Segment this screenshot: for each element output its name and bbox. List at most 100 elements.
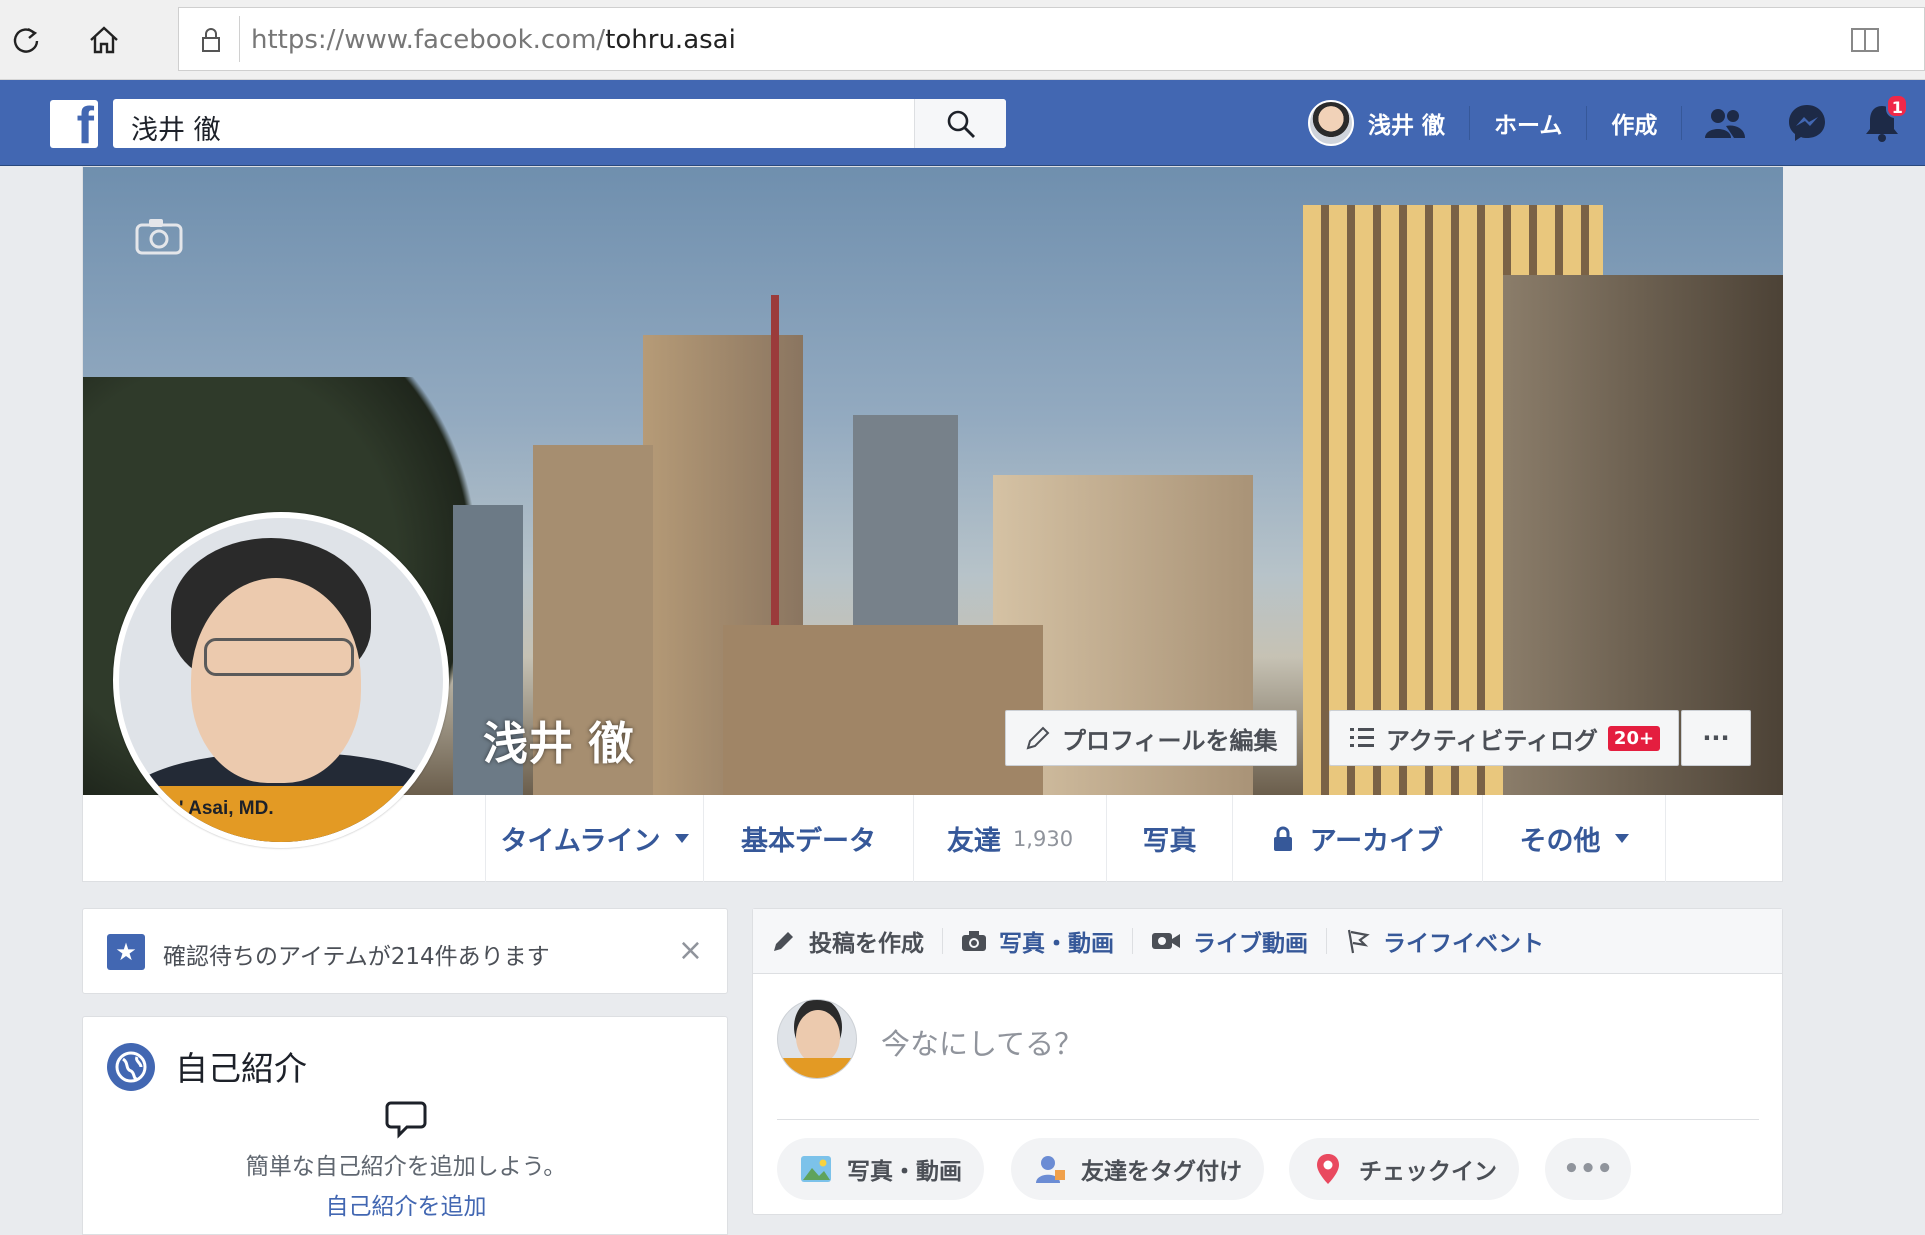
tag-friends-button[interactable]: 友達をタグ付け — [1011, 1138, 1264, 1200]
url-path: tohru.asai — [605, 25, 736, 55]
profile-nav-link[interactable]: 浅井 徹 — [1308, 80, 1469, 166]
profile-pic-face — [191, 578, 361, 783]
profile-pic-caption: ' Asai, MD. — [179, 798, 274, 819]
camera-icon[interactable] — [135, 217, 183, 255]
avatar-face — [796, 1010, 840, 1064]
create-post-tab[interactable]: 投稿を作成 — [753, 909, 942, 974]
search-value: 浅井 徹 — [131, 115, 221, 146]
globe-icon — [107, 1043, 155, 1091]
photo-video-button[interactable]: 写真・動画 — [777, 1138, 984, 1200]
list-icon — [1350, 728, 1374, 747]
life-event-tab[interactable]: ライフイベント — [1327, 909, 1562, 974]
browser-toolbar: https://www.facebook.com/tohru.asai — [0, 0, 1925, 80]
user-name: 浅井 徹 — [1368, 113, 1446, 139]
location-pin-icon — [1317, 1154, 1339, 1184]
edit-profile-label: プロフィールを編集 — [1062, 726, 1278, 755]
pending-items-notice[interactable]: ★ 確認待ちのアイテムが214件あります × — [82, 908, 728, 994]
url-host: https://www.facebook.com/ — [251, 25, 606, 55]
friend-requests-button[interactable] — [1682, 80, 1768, 166]
avatar — [1308, 100, 1354, 146]
tag-friends-label: 友達をタグ付け — [1081, 1159, 1242, 1185]
tab-timeline[interactable]: タイムライン — [485, 795, 703, 882]
search-input[interactable]: 浅井 徹 — [113, 99, 1006, 148]
notification-badge: 1 — [1886, 94, 1909, 118]
lock-icon — [1273, 826, 1292, 851]
photo-icon — [801, 1156, 831, 1182]
intro-description: 簡単な自己紹介を追加しよう。 — [245, 1154, 567, 1180]
profile-tabs: タイムライン 基本データ 友達 1,930 写真 アーカイブ その他 — [485, 795, 1666, 882]
intro-title: 自己紹介 — [175, 1049, 307, 1088]
create-link[interactable]: 作成 — [1587, 80, 1681, 166]
facebook-logo[interactable]: f — [50, 100, 98, 148]
photo-video-tab-label: 写真・動画 — [999, 931, 1114, 957]
tab-more[interactable]: その他 — [1482, 795, 1666, 882]
post-composer: 投稿を作成 写真・動画 ライブ動画 ライフイベント 今なにしてる？ 写真・動画 … — [752, 908, 1783, 1215]
flag-icon — [1347, 929, 1370, 954]
composer-tabs: 投稿を作成 写真・動画 ライブ動画 ライフイベント — [753, 909, 1782, 974]
life-event-tab-label: ライフイベント — [1383, 931, 1544, 957]
pencil-icon — [774, 932, 793, 951]
status-input[interactable]: 今なにしてる？ — [881, 1021, 1083, 1063]
activity-log-badge: 20+ — [1607, 725, 1661, 751]
tab-about-label: 基本データ — [741, 826, 876, 857]
header-nav: 浅井 徹 ホーム 作成 1 — [1308, 80, 1918, 166]
profile-pic-ribbon: ' Asai, MD. — [119, 786, 443, 842]
cover-building — [723, 625, 1043, 795]
friends-icon — [1705, 109, 1746, 138]
tab-photos-label: 写真 — [1142, 826, 1197, 857]
create-post-label: 投稿を作成 — [809, 931, 924, 957]
messenger-button[interactable] — [1768, 80, 1846, 166]
home-link[interactable]: ホーム — [1470, 80, 1586, 166]
tab-about[interactable]: 基本データ — [703, 795, 913, 882]
tab-friends[interactable]: 友達 1,930 — [913, 795, 1106, 882]
edit-profile-button[interactable]: プロフィールを編集 — [1005, 710, 1297, 766]
search-icon — [947, 110, 975, 138]
tab-archive-label: アーカイブ — [1309, 826, 1444, 857]
photo-video-tab[interactable]: 写真・動画 — [943, 909, 1132, 974]
tab-timeline-label: タイムライン — [500, 826, 661, 857]
address-separator — [239, 16, 240, 62]
avatar — [777, 999, 857, 1079]
tab-photos[interactable]: 写真 — [1106, 795, 1232, 882]
check-in-button[interactable]: チェックイン — [1289, 1138, 1519, 1200]
reload-icon[interactable] — [0, 14, 52, 66]
live-video-tab[interactable]: ライブ動画 — [1133, 909, 1326, 974]
cover-antenna — [771, 295, 779, 635]
tab-friends-label: 友達 — [946, 826, 1001, 857]
reading-view-icon[interactable] — [1850, 26, 1880, 54]
more-actions-button[interactable]: ••• — [1545, 1138, 1631, 1200]
notifications-button[interactable]: 1 — [1846, 80, 1918, 166]
more-options-button[interactable]: ··· — [1681, 710, 1751, 766]
address-bar[interactable]: https://www.facebook.com/tohru.asai — [178, 7, 1925, 71]
avatar-ribbon — [778, 1058, 856, 1078]
pending-items-text: 確認待ちのアイテムが214件あります — [163, 944, 550, 970]
home-icon[interactable] — [78, 14, 130, 66]
profile-pic-glasses — [204, 638, 354, 676]
check-in-label: チェックイン — [1359, 1159, 1497, 1185]
activity-log-button[interactable]: アクティビティログ 20+ — [1329, 710, 1680, 766]
star-icon: ★ — [107, 934, 145, 970]
tag-friends-icon — [1036, 1156, 1065, 1183]
camera-icon — [962, 931, 986, 951]
add-bio-link[interactable]: 自己紹介を追加 — [83, 1187, 729, 1221]
video-camera-icon — [1152, 933, 1180, 949]
photo-video-label: 写真・動画 — [847, 1159, 962, 1185]
profile-picture[interactable]: ' Asai, MD. — [113, 512, 449, 848]
tab-more-label: その他 — [1519, 826, 1601, 857]
speech-bubble-icon — [385, 1101, 427, 1139]
messenger-icon — [1789, 105, 1826, 141]
composer-divider — [777, 1119, 1759, 1120]
chevron-down-icon — [1614, 834, 1629, 843]
pencil-icon — [1026, 726, 1050, 750]
friends-count: 1,930 — [1012, 826, 1074, 851]
close-icon[interactable]: × — [678, 933, 703, 968]
activity-log-label: アクティビティログ — [1386, 726, 1598, 755]
profile-name[interactable]: 浅井 徹 — [483, 707, 634, 772]
tab-archive[interactable]: アーカイブ — [1232, 795, 1482, 882]
search-button[interactable] — [914, 99, 1006, 148]
facebook-header: f 浅井 徹 浅井 徹 ホーム 作成 1 — [0, 80, 1925, 166]
lock-icon — [202, 28, 220, 52]
live-video-tab-label: ライブ動画 — [1193, 931, 1308, 957]
url-text: https://www.facebook.com/tohru.asai — [251, 25, 736, 55]
profile-card: 浅井 徹 プロフィールを編集 アクティビティログ 20+ ··· ' Asai,… — [82, 166, 1783, 882]
